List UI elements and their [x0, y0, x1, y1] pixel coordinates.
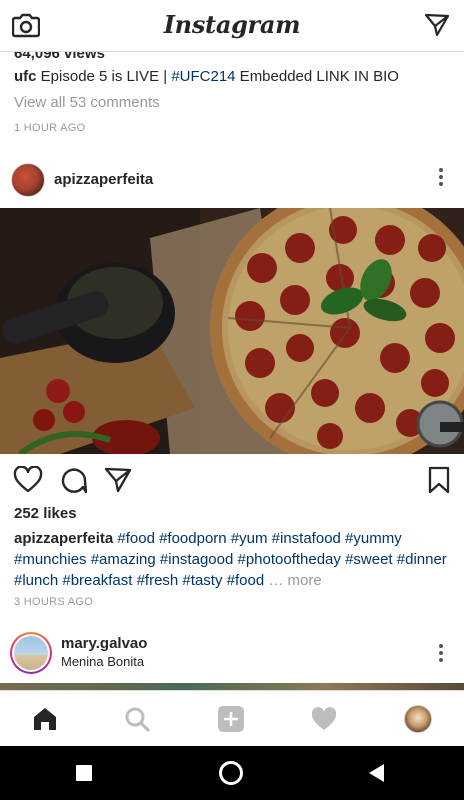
home-circle-icon[interactable]: [219, 761, 243, 785]
avatar[interactable]: [11, 163, 45, 197]
more-options-icon[interactable]: [438, 644, 444, 666]
caption-more-link[interactable]: … more: [264, 572, 321, 589]
story-ring-avatar[interactable]: [10, 632, 52, 674]
android-navigation-bar: [0, 746, 464, 800]
next-post-header: mary.galvao Menina Bonita: [0, 626, 464, 682]
bottom-navigation: [0, 690, 464, 746]
previous-post-footer: 64,096 views ufc Episode 5 is LIVE | #UF…: [14, 44, 450, 134]
activity-heart-icon[interactable]: [310, 705, 338, 733]
app-logo: Instagram: [163, 10, 301, 39]
caption-username[interactable]: ufc: [14, 68, 37, 85]
caption-text-rest: Embedded LINK IN BIO: [235, 68, 399, 85]
caption-text: Episode 5 is LIVE |: [36, 68, 172, 85]
previous-caption: ufc Episode 5 is LIVE | #UFC214 Embedded…: [14, 66, 450, 88]
post-image[interactable]: [0, 208, 464, 454]
top-app-bar: Instagram: [0, 0, 464, 52]
more-options-icon[interactable]: [438, 168, 444, 190]
heart-icon[interactable]: [13, 466, 43, 494]
search-icon[interactable]: [123, 705, 151, 733]
post-actions: [0, 460, 464, 500]
post-timestamp: 1 HOUR AGO: [14, 122, 86, 134]
like-count[interactable]: 252 likes: [14, 505, 77, 522]
profile-avatar[interactable]: [404, 705, 432, 733]
caption-hashtag[interactable]: #UFC214: [171, 68, 235, 85]
add-post-icon[interactable]: [217, 705, 245, 733]
post-location[interactable]: Menina Bonita: [61, 654, 144, 669]
avatar: [14, 636, 48, 670]
caption-username[interactable]: apizzaperfeita: [14, 530, 113, 547]
recents-icon[interactable]: [76, 765, 92, 781]
view-all-comments-link[interactable]: View all 53 comments: [14, 92, 450, 114]
post-timestamp: 3 HOURS AGO: [14, 596, 94, 608]
comment-icon[interactable]: [59, 466, 87, 494]
home-icon[interactable]: [31, 705, 59, 733]
share-icon[interactable]: [104, 466, 132, 494]
post-header: apizzaperfeita: [0, 152, 464, 208]
bookmark-icon[interactable]: [428, 466, 450, 494]
direct-message-icon[interactable]: [424, 12, 450, 38]
post-username[interactable]: apizzaperfeita: [54, 171, 153, 188]
post-username[interactable]: mary.galvao: [61, 635, 147, 652]
back-icon[interactable]: [369, 764, 384, 782]
post-caption: apizzaperfeita #food #foodporn #yum #ins…: [14, 528, 452, 591]
